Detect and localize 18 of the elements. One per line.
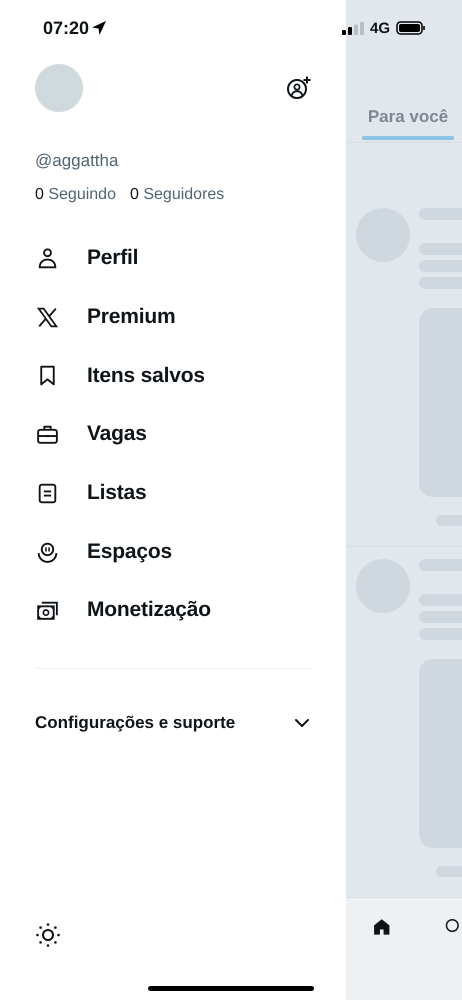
- menu-item[interactable]: Itens salvos: [35, 346, 312, 406]
- location-arrow-icon: [91, 20, 108, 36]
- menu-item[interactable]: Espaços: [35, 522, 312, 582]
- clock-time: 07:20: [43, 18, 90, 38]
- menu-item[interactable]: Listas: [35, 464, 312, 522]
- add-user-icon[interactable]: [286, 75, 312, 101]
- sun-icon[interactable]: [35, 922, 61, 948]
- battery-icon: [396, 21, 426, 35]
- followers-link[interactable]: 0 Seguidores: [130, 185, 224, 205]
- menu-item[interactable]: Perfil: [35, 229, 312, 288]
- menu-item[interactable]: Premium: [35, 288, 312, 346]
- menu-item[interactable]: Vagas: [35, 405, 312, 464]
- settings-section-toggle[interactable]: Configurações e suporte: [35, 702, 312, 743]
- following-link[interactable]: 0 Seguindo: [35, 185, 116, 205]
- signal-icon: [342, 22, 364, 34]
- menu-item[interactable]: Monetização: [35, 581, 312, 640]
- username-handle: @aggattha: [35, 151, 120, 171]
- network-label: 4G: [370, 20, 390, 36]
